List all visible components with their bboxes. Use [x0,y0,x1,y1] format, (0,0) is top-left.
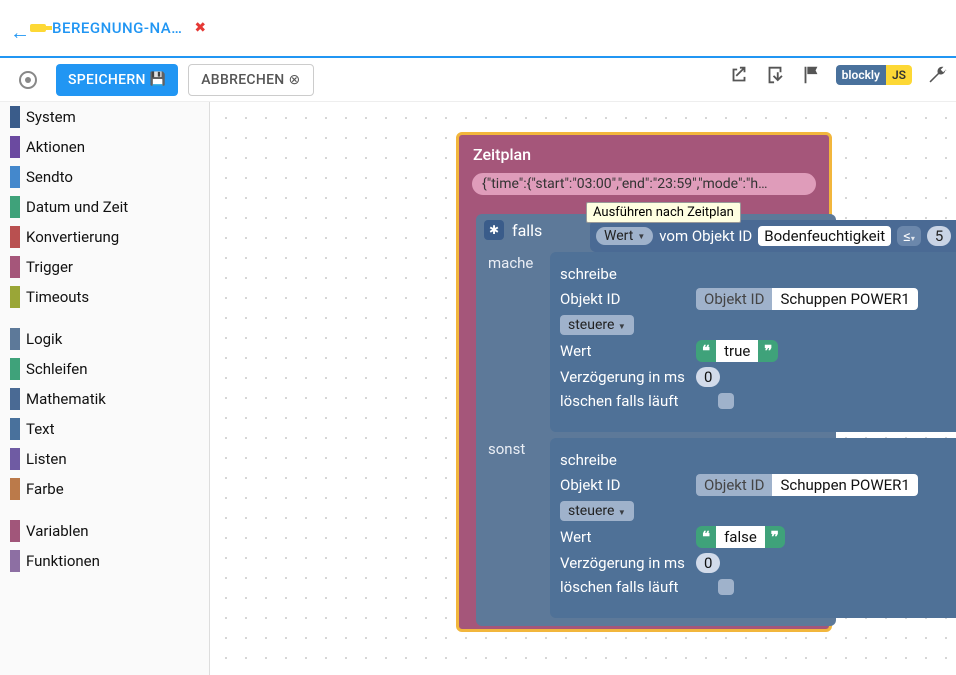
cat-text[interactable]: Text [0,414,209,444]
steuere-dropdown-then[interactable]: steuere ▼ [560,315,634,335]
oid-field[interactable]: Bodenfeuchtigkeit [758,226,891,246]
cat-sendto[interactable]: Sendto [0,162,209,192]
back-arrow-icon[interactable]: ← [10,20,26,36]
save-unsaved-icon: 💾 [150,72,167,87]
import-icon[interactable] [764,64,786,86]
category-sidebar[interactable]: System Aktionen Sendto Datum und Zeit Ko… [0,102,210,675]
cat-listen[interactable]: Listen [0,444,209,474]
tab-bar: ← BEREGNUNG-NA… ✖ [0,0,956,58]
oid-field-then[interactable]: Objekt ID Schuppen POWER1 [696,288,918,310]
zeitplan-title: Zeitplan [459,135,829,168]
sonst-label: sonst [488,440,525,458]
clear-checkbox-else[interactable] [718,579,734,595]
cat-aktionen[interactable]: Aktionen [0,132,209,162]
cat-timeouts[interactable]: Timeouts [0,282,209,312]
toolbar-right: blockly JS [728,64,948,86]
flag-icon[interactable] [800,64,822,86]
main: System Aktionen Sendto Datum und Zeit Ko… [0,102,956,675]
wrench-icon[interactable] [926,64,948,86]
target-icon [19,71,37,89]
cancel-x-icon: ⊗ [289,72,301,88]
toolbar: SPEICHERN 💾 ABBRECHEN ⊗ blockly JS [0,58,956,102]
cat-variablen[interactable]: Variablen [0,516,209,546]
tab-title: BEREGNUNG-NA… [52,19,182,37]
oid-label2: Objekt ID [560,476,688,494]
blockly-canvas[interactable]: Zeitplan {"time":{"start":"03:00","end":… [210,102,956,675]
cat-schleifen[interactable]: Schleifen [0,354,209,384]
wert-value-else[interactable]: ❝false❞ [696,526,785,548]
cat-system[interactable]: System [0,102,209,132]
block-compare[interactable]: Wert▼ vom Objekt ID Bodenfeuchtigkeit ≤▾… [590,220,956,252]
vom-oid-label: vom Objekt ID [659,227,752,245]
cat-trigger[interactable]: Trigger [0,252,209,282]
zeitplan-json-field[interactable]: {"time":{"start":"03:00","end":"23:59","… [471,172,817,196]
steuere-dropdown-else[interactable]: steuere ▼ [560,501,634,521]
wert-label: Wert [560,342,688,360]
cat-farbe[interactable]: Farbe [0,474,209,504]
save-button[interactable]: SPEICHERN 💾 [56,64,178,96]
cancel-label: ABBRECHEN [201,72,284,88]
threshold-value[interactable]: 5 [927,226,951,246]
schreibe-label: schreibe [560,265,688,283]
save-label: SPEICHERN [68,72,146,88]
cat-datum[interactable]: Datum und Zeit [0,192,209,222]
wert-value-then[interactable]: ❝true❞ [696,340,778,362]
cancel-button[interactable]: ABBRECHEN ⊗ [188,64,313,96]
delay-label2: Verzögerung in ms [560,554,688,572]
if-mutator-gear-icon[interactable]: ✱ [484,220,504,240]
delay-label: Verzögerung in ms [560,368,688,386]
cat-logik[interactable]: Logik [0,324,209,354]
view-toggle[interactable]: blockly JS [836,65,912,85]
schreibe-label2: schreibe [560,451,688,469]
block-write-else[interactable]: schreibe Objekt ID Objekt ID Schuppen PO… [550,438,956,618]
mache-label: mache [488,254,533,272]
clear-label2: löschen falls läuft [560,578,710,596]
oid-field-else[interactable]: Objekt ID Schuppen POWER1 [696,474,918,496]
cat-mathematik[interactable]: Mathematik [0,384,209,414]
if-label: falls [512,221,542,240]
key-icon [30,24,46,32]
tab-close-icon[interactable]: ✖ [194,20,206,36]
toggle-blockly[interactable]: blockly [836,65,886,85]
toggle-js[interactable]: JS [886,65,912,85]
script-tab[interactable]: BEREGNUNG-NA… ✖ [30,19,207,37]
block-write-then[interactable]: schreibe Objekt ID Objekt ID Schuppen PO… [550,252,956,432]
cat-funktionen[interactable]: Funktionen [0,546,209,576]
wert-label2: Wert [560,528,688,546]
clear-checkbox-then[interactable] [718,393,734,409]
clear-label: löschen falls läuft [560,392,710,410]
export-icon[interactable] [728,64,750,86]
cat-konvertierung[interactable]: Konvertierung [0,222,209,252]
tooltip: Ausführen nach Zeitplan [586,202,741,223]
wert-dropdown[interactable]: Wert▼ [596,227,653,245]
operator-dropdown[interactable]: ≤▾ [897,226,921,246]
oid-label: Objekt ID [560,290,688,308]
locate-button[interactable] [10,64,46,96]
delay-value-else[interactable]: 0 [696,553,720,573]
delay-value-then[interactable]: 0 [696,367,720,387]
